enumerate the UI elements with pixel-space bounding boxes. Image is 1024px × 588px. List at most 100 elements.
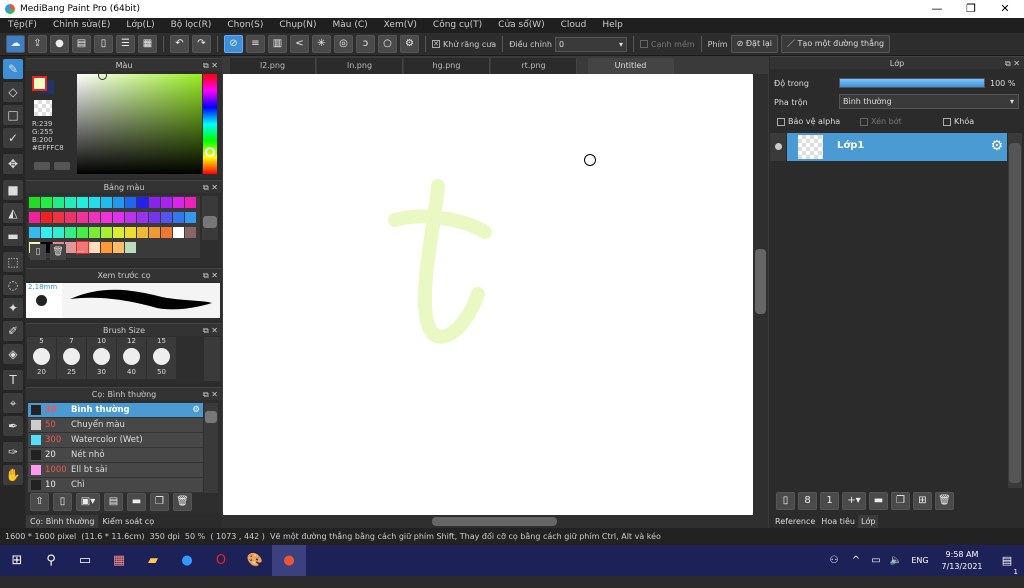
vertical-scrollbar[interactable] [753, 74, 768, 515]
rectangle-tool-icon[interactable]: □ [3, 105, 23, 125]
palette-swatch[interactable] [29, 212, 40, 223]
app-icon[interactable]: ▦ [102, 545, 136, 576]
palette-swatch[interactable] [125, 197, 136, 208]
menu-layer[interactable]: Lớp(L) [118, 18, 162, 33]
antialias-checkbox[interactable]: ✕ Khử răng cưa [432, 40, 496, 49]
palette-swatch[interactable] [161, 227, 172, 238]
lasso-tool-icon[interactable]: ◌ [3, 275, 23, 295]
brush-size-option[interactable]: 12 40 [117, 337, 146, 379]
brush-list-item[interactable]: 50 Chuyển màu [28, 418, 203, 433]
saturation-value-picker[interactable] [77, 74, 202, 174]
snap-ellipse-icon[interactable]: ○ [378, 35, 397, 53]
brush-settings-icon[interactable]: ▤ [104, 493, 123, 511]
lock-checkbox[interactable]: Khóa [943, 117, 974, 126]
palette-swatch[interactable] [113, 197, 124, 208]
brush-size-option[interactable]: 5 20 [27, 337, 56, 379]
palette-swatch[interactable] [65, 242, 76, 253]
horizontal-scrollbar[interactable] [222, 515, 768, 528]
clipping-checkbox[interactable]: Xén bớt [860, 117, 902, 126]
comment-icon[interactable]: ● [50, 35, 69, 53]
select-rect-tool-icon[interactable]: ⬚ [3, 252, 23, 272]
panel-close-icon[interactable]: ⧉ ✕ [203, 181, 218, 194]
sv-picker-handle[interactable] [98, 71, 107, 80]
snap-off-icon[interactable]: ⊘ [224, 35, 243, 53]
palette-swatch[interactable] [149, 197, 160, 208]
palette-swatch[interactable] [101, 242, 112, 253]
drawing-canvas[interactable] [223, 74, 753, 515]
palette-swatch[interactable] [185, 197, 196, 208]
palette-swatch[interactable] [173, 197, 184, 208]
palette-swatch[interactable] [29, 197, 40, 208]
palette-swatch[interactable] [65, 197, 76, 208]
undo-icon[interactable]: ↶ [170, 35, 189, 53]
straight-line-button[interactable]: ／ Tạo một đường thẳng [780, 35, 891, 53]
layer-row[interactable]: Lớp1 ⚙ [787, 133, 1007, 161]
palette-swatch[interactable] [101, 212, 112, 223]
hue-slider[interactable] [203, 74, 217, 174]
brush-list-item[interactable]: 30 Bình thường ⚙ [28, 403, 203, 418]
select-pen-tool-icon[interactable]: ✐ [3, 321, 23, 341]
palette-swatch[interactable] [65, 212, 76, 223]
palette-swatch[interactable] [77, 197, 88, 208]
menu-file[interactable]: Tệp(F) [0, 18, 45, 33]
palette-swatch[interactable] [89, 197, 100, 208]
text-tool-icon[interactable]: T [3, 370, 23, 390]
palette-swatch[interactable] [77, 212, 88, 223]
duplicate-brush-icon[interactable]: ❐ [150, 493, 169, 511]
snap-vanish-icon[interactable]: < [290, 35, 309, 53]
file-explorer-icon[interactable]: ▰ [136, 545, 170, 576]
menu-color[interactable]: Màu (C) [325, 18, 376, 33]
palette-swatch[interactable] [113, 227, 124, 238]
palette-swatch[interactable] [53, 197, 64, 208]
tab-brush[interactable]: Cọ: Bình thường [26, 515, 99, 528]
brush-list-item[interactable]: 1000 Ell bt sài [28, 463, 203, 478]
palette-swatch[interactable] [161, 212, 172, 223]
menu-snap[interactable]: Chụp(N) [271, 18, 324, 33]
search-icon[interactable]: ⚲ [34, 545, 68, 576]
dot-tool-icon[interactable]: ✓ [3, 128, 23, 148]
color-mode-button[interactable] [34, 162, 50, 170]
list-icon[interactable]: ☰ [116, 35, 135, 53]
panel-close-icon[interactable]: ⧉ ✕ [1005, 57, 1020, 70]
reset-button[interactable]: ⊘ Đặt lại [730, 35, 778, 53]
eyedropper-tool-icon[interactable]: ✑ [3, 442, 23, 462]
palette-swatch[interactable] [173, 212, 184, 223]
task-view-icon[interactable]: ▭ [68, 545, 102, 576]
tab-hg[interactable]: hg.png [404, 58, 490, 74]
volume-icon[interactable]: 🔈 [886, 545, 906, 576]
palette-scrollbar[interactable] [202, 196, 218, 240]
palette-swatch[interactable] [185, 212, 196, 223]
panel-close-icon[interactable]: ⧉ ✕ [203, 59, 218, 72]
palette-swatch[interactable] [113, 212, 124, 223]
bucket-tool-icon[interactable]: ◭ [3, 203, 23, 223]
palette-swatch[interactable] [161, 197, 172, 208]
eraser-tool-icon[interactable]: ◇ [3, 82, 23, 102]
panel-close-icon[interactable]: ⧉ ✕ [203, 324, 218, 337]
language-indicator[interactable]: ENG [906, 545, 934, 576]
tab-brush-control[interactable]: Kiểm soát cọ [98, 515, 158, 528]
palette-swatch[interactable] [113, 242, 124, 253]
palette-swatch[interactable] [137, 227, 148, 238]
brush-tool-icon[interactable]: ✎ [3, 59, 23, 79]
snap-parallel-icon[interactable]: ≡ [246, 35, 265, 53]
new-8bit-layer-icon[interactable]: 8 [798, 492, 817, 510]
menu-edit[interactable]: Chỉnh sửa(E) [45, 18, 118, 33]
palette-swatch[interactable] [89, 242, 100, 253]
foreground-color-swatch[interactable] [32, 76, 47, 91]
add-layer-dropdown-icon[interactable]: +▾ [842, 492, 866, 510]
close-button[interactable]: ✕ [990, 0, 1020, 18]
minimize-button[interactable]: — [922, 0, 952, 18]
move-tool-icon[interactable]: ✥ [3, 154, 23, 174]
tab-ln[interactable]: ln.png [317, 58, 403, 74]
tab-navigator[interactable]: Hoa tiêu [818, 515, 858, 528]
brush-list-item[interactable]: 10 Chì [28, 478, 203, 493]
menu-filter[interactable]: Bộ lọc(R) [163, 18, 220, 33]
merge-layer-icon[interactable]: ⊞ [913, 492, 932, 510]
delete-brush-icon[interactable]: 🗑 [173, 493, 192, 511]
fill-rect-tool-icon[interactable]: ■ [3, 180, 23, 200]
gradient-tool-icon[interactable]: ▬ [3, 226, 23, 246]
clock[interactable]: 9:58 AM 7/13/2021 [934, 549, 990, 573]
snap-cross-icon[interactable]: ▥ [268, 35, 287, 53]
operation-tool-icon[interactable]: ⌖ [3, 393, 23, 413]
grid-icon[interactable]: ▦ [138, 35, 157, 53]
